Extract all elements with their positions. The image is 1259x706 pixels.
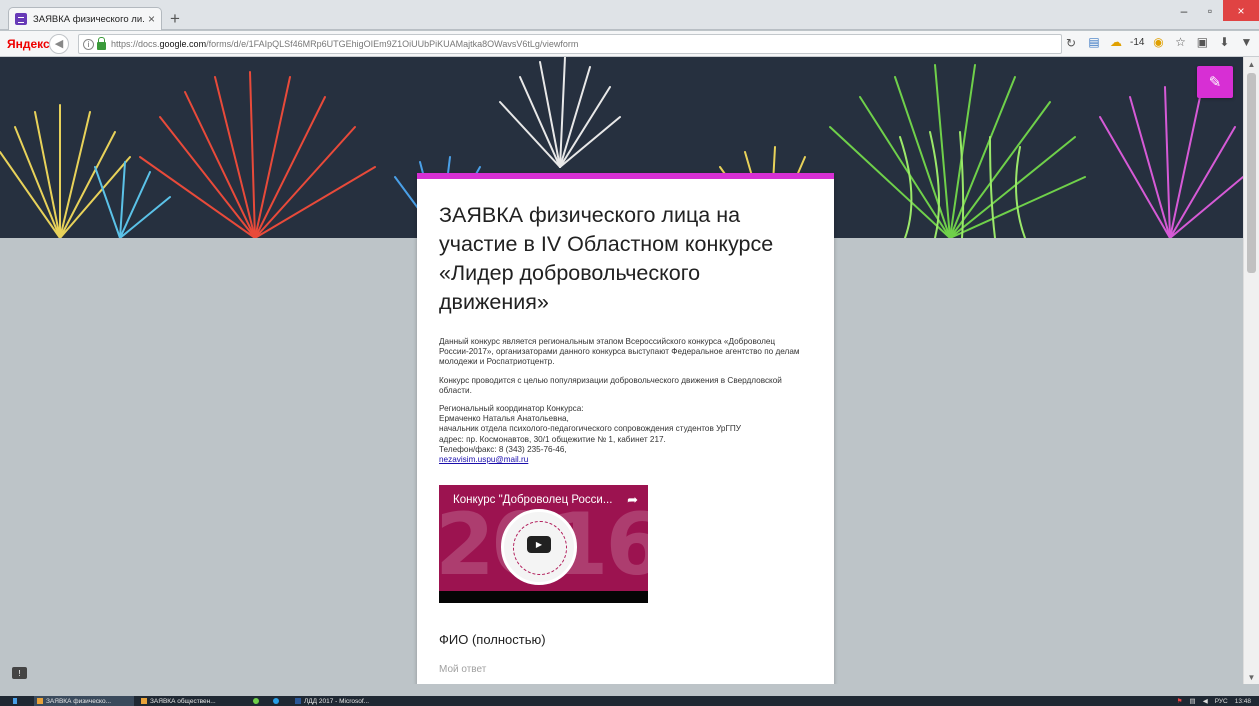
yandex-brand-text: Яндекс — [7, 36, 50, 51]
scroll-up-icon[interactable]: ▲ — [1244, 57, 1259, 71]
eye-extension-icon[interactable]: ◉ — [1150, 34, 1166, 50]
back-button[interactable]: ◀ — [49, 33, 69, 54]
taskbar-item-label: ЗАЯВКА физическо... — [46, 697, 112, 705]
lock-icon — [97, 37, 106, 50]
coordinator-line: Региональный координатор Конкурса: — [439, 404, 584, 414]
scrollbar-thumb[interactable] — [1247, 73, 1256, 273]
pocket-icon[interactable]: ▼ — [1238, 34, 1254, 50]
video-bottom-bar — [439, 591, 648, 604]
url-prefix: https://docs. — [111, 39, 160, 49]
arrow-left-icon: ◀ — [54, 38, 64, 50]
firework-yellow-left — [0, 104, 131, 238]
browser-tab-strip: ЗАЯВКА физического ли... × + – ▫ × — [0, 0, 1259, 30]
page-scrollbar[interactable]: ▲ ▼ — [1243, 57, 1259, 684]
system-tray: ⚑ ▤ ◀ РУС 13:48 — [1177, 696, 1251, 706]
keyboard-language[interactable]: РУС — [1215, 698, 1228, 705]
taskbar-item[interactable]: ЗАЯВКА физическо... — [34, 696, 134, 706]
taskbar-item-label: ЛДД 2017 - Microsof... — [304, 697, 370, 705]
download-icon[interactable]: ⬇ — [1216, 34, 1232, 50]
close-window-button[interactable]: × — [1223, 0, 1259, 21]
start-button[interactable] — [10, 696, 20, 706]
google-forms-favicon-icon — [15, 13, 27, 25]
tab-title: ЗАЯВКА физического ли... — [33, 13, 144, 25]
weather-temperature: -14 — [1130, 36, 1145, 48]
extensions-toolbar: ▤ ☁ -14 ◉ ☆ ▣ ⬇ ▼ ⬣ ⬇ ≡ — [1086, 34, 1259, 50]
page-content: ✎ ЗАЯВКА физического лица на участие в I… — [0, 57, 1243, 684]
email-link[interactable]: nezavisim.uspu@mail.ru — [439, 455, 528, 464]
browser-icon — [37, 698, 43, 704]
tab-close-icon[interactable]: × — [148, 12, 155, 26]
browser-tab[interactable]: ЗАЯВКА физического ли... × — [8, 7, 162, 30]
firework-red-center — [139, 71, 376, 238]
tray-network-icon[interactable]: ▤ — [1190, 697, 1196, 705]
chrome-icon — [253, 698, 259, 704]
question-label-fio: ФИО (полностью) — [439, 632, 546, 648]
windows-taskbar: ЗАЯВКА физическо... ЗАЯВКА обществен... … — [0, 696, 1259, 706]
maximize-button[interactable]: ▫ — [1197, 0, 1223, 21]
bookmark-star-icon[interactable]: ☆ — [1172, 34, 1188, 50]
coordinator-line: адрес: пр. Космонавтов, 30/1 общежитие №… — [439, 434, 666, 444]
coordinator-line: Телефон/факс: 8 (343) 235-76-46, — [439, 444, 567, 454]
url-text: https://docs.google.com/forms/d/e/1FAIpQ… — [111, 39, 578, 49]
coordinator-line: начальник отдела психолого-педагогическо… — [439, 424, 742, 434]
firework-blue-left — [94, 161, 171, 238]
reload-icon[interactable]: ↻ — [1066, 36, 1076, 50]
form-description-2: Конкурс проводится с целью популяризации… — [439, 375, 782, 395]
feedback-icon[interactable]: ! — [12, 667, 27, 679]
play-icon[interactable]: ▶ — [527, 536, 551, 554]
taskbar-item[interactable] — [250, 696, 266, 706]
firework-white-center — [499, 57, 621, 168]
window-controls: – ▫ × — [1171, 0, 1259, 21]
video-title[interactable]: Конкурс "Доброволец Росси... — [453, 494, 612, 506]
address-bar[interactable]: i https://docs.google.com/forms/d/e/1FAI… — [78, 34, 1062, 54]
taskbar-item[interactable]: ЛДД 2017 - Microsof... — [292, 696, 402, 706]
weather-icon[interactable]: ☁ — [1108, 34, 1124, 50]
windows-logo-icon — [13, 698, 17, 704]
share-icon[interactable]: ➦ — [627, 492, 638, 508]
url-path: /forms/d/e/1FAIpQLSf46MRp6UTGEhigOIEm9Z1… — [206, 39, 579, 49]
customize-theme-button[interactable]: ✎ — [1197, 66, 1233, 98]
tray-volume-icon[interactable]: ◀ — [1203, 697, 1208, 705]
minimize-button[interactable]: – — [1171, 0, 1197, 21]
form-card: ЗАЯВКА физического лица на участие в IV … — [417, 173, 834, 684]
taskbar-item-label: ЗАЯВКА обществен... — [150, 697, 216, 705]
youtube-video-embed[interactable]: 2016 Конкурс "Доброволец Росси... ➦ ▶ — [439, 485, 648, 604]
skype-icon — [273, 698, 279, 704]
browser-icon — [141, 698, 147, 704]
tray-flag-icon[interactable]: ⚑ — [1177, 697, 1183, 705]
reader-icon[interactable]: ▤ — [1086, 34, 1102, 50]
clipboard-icon[interactable]: ▣ — [1194, 34, 1210, 50]
firework-pink-right — [1099, 86, 1243, 238]
browser-nav-bar: Яндекс ◀ i https://docs.google.com/forms… — [0, 31, 1259, 57]
fio-answer-input[interactable]: Мой ответ — [439, 664, 813, 675]
form-title: ЗАЯВКА физического лица на участие в IV … — [439, 203, 774, 314]
clock[interactable]: 13:48 — [1235, 698, 1251, 705]
scroll-down-icon[interactable]: ▼ — [1244, 670, 1259, 684]
coordinator-line: Ермаченко Наталья Анатольевна, — [439, 414, 569, 424]
new-tab-button[interactable]: + — [170, 9, 180, 29]
coordinator-info: Региональный координатор Конкурса: Ермач… — [439, 404, 813, 465]
firework-green-right — [829, 64, 1086, 238]
info-icon[interactable]: i — [83, 38, 94, 50]
form-description-1: Данный конкурс является региональным эта… — [439, 337, 800, 367]
url-domain: google.com — [159, 39, 207, 49]
yandex-logo[interactable]: Яндекс — [7, 36, 50, 51]
pencil-icon: ✎ — [1208, 74, 1222, 91]
taskbar-item[interactable]: ЗАЯВКА обществен... — [138, 696, 242, 706]
word-icon — [295, 698, 301, 704]
taskbar-item[interactable] — [270, 696, 286, 706]
